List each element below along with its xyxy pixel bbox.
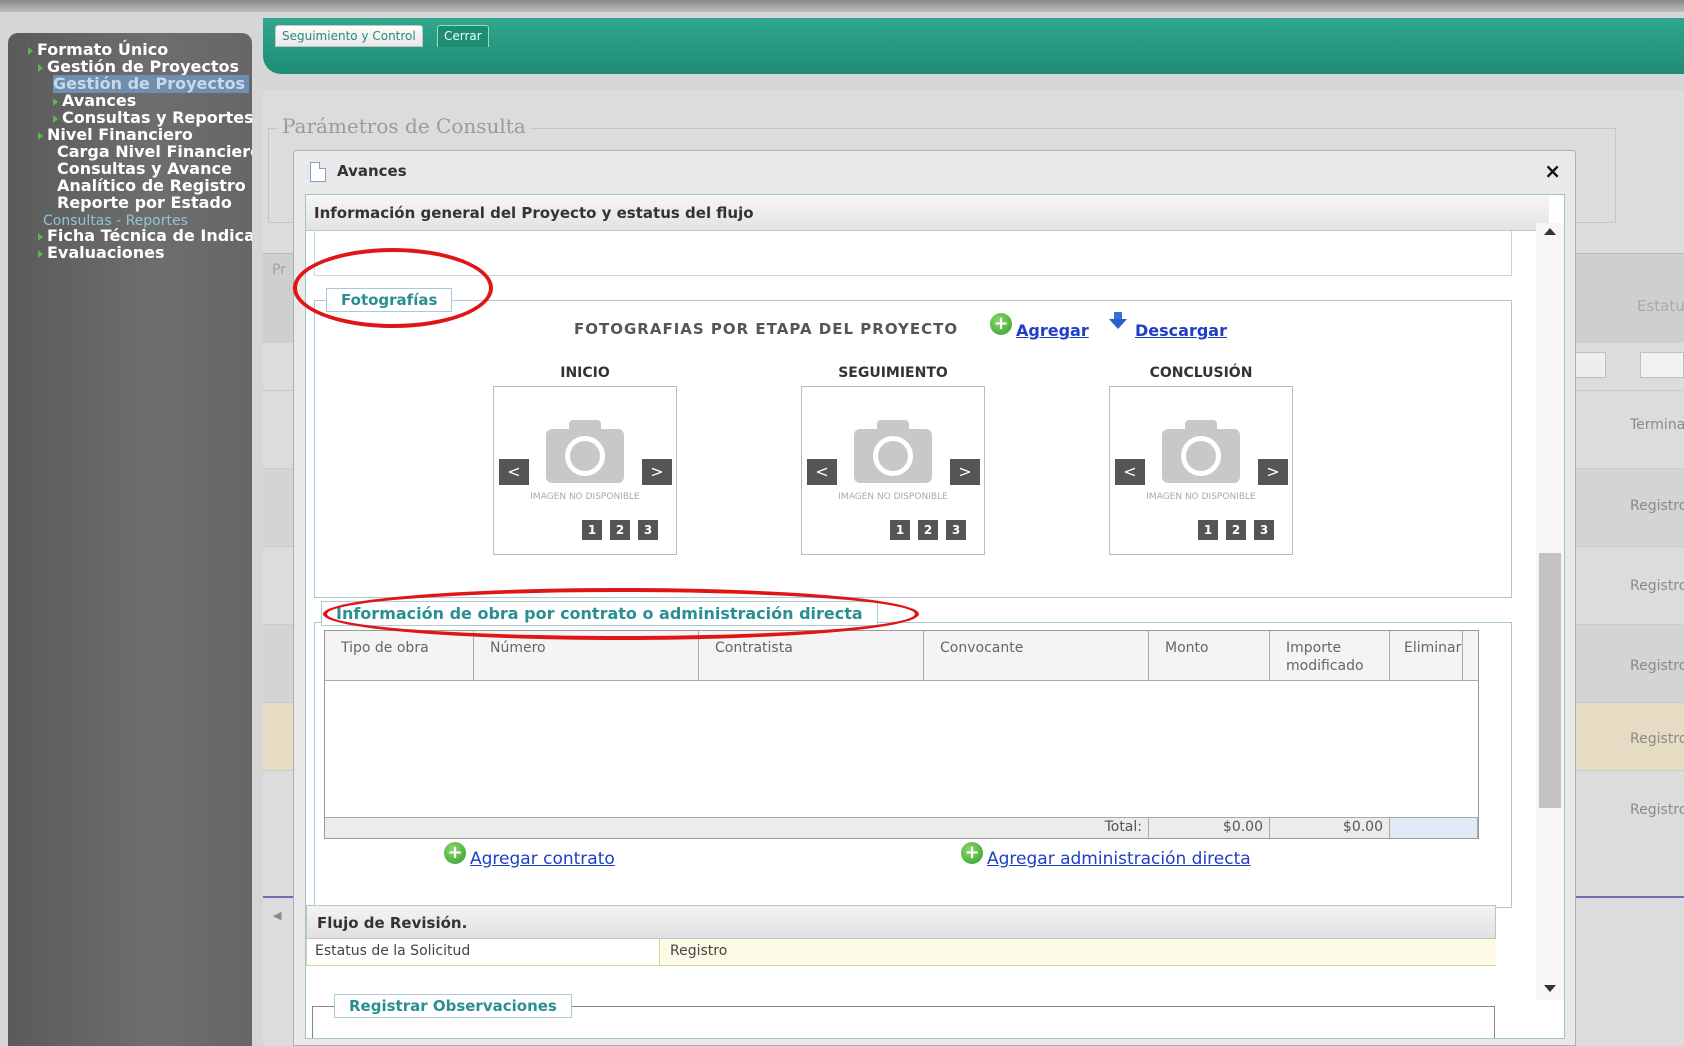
page-button-3[interactable]: 3 <box>946 520 966 540</box>
grid-title: Pr <box>272 262 286 278</box>
general-info-box <box>314 231 1512 276</box>
tab-cerrar[interactable]: Cerrar <box>437 25 489 47</box>
sidebar-item-reporte-estado[interactable]: Reporte por Estado <box>57 194 232 212</box>
prev-photo-button[interactable]: < <box>1115 459 1145 485</box>
photo-card-inicio: < > IMAGEN NO DISPONIBLE 1 2 3 <box>493 386 677 555</box>
column-header[interactable]: Convocante <box>924 631 1149 681</box>
flujo-header: Flujo de Revisión. <box>306 905 1496 939</box>
status-cell: Termina <box>1630 417 1684 433</box>
add-photo-link[interactable]: Agregar <box>1016 321 1089 340</box>
total-label: Total: <box>325 818 1149 838</box>
page-button-1[interactable]: 1 <box>1198 520 1218 540</box>
add-admin-icon[interactable]: + <box>961 842 983 864</box>
page-button-1[interactable]: 1 <box>890 520 910 540</box>
obra-legend: Información de obra por contrato o admin… <box>321 601 878 626</box>
status-cell: Registro <box>1630 731 1684 747</box>
stage-label-seguimiento: SEGUIMIENTO <box>838 365 948 381</box>
status-cell: Registro <box>1630 802 1684 818</box>
filter-input[interactable] <box>1640 352 1684 378</box>
column-header[interactable]: Eliminar <box>1390 631 1463 681</box>
modal-body: Información general del Proyecto y estat… <box>305 194 1565 1039</box>
add-admin-link[interactable]: Agregar administración directa <box>987 849 1251 869</box>
prev-photo-button[interactable]: < <box>807 459 837 485</box>
stage-label-inicio: INICIO <box>560 365 610 381</box>
estatus-column-header: Estatu <box>1637 297 1684 315</box>
total-importe: $0.00 <box>1270 818 1390 838</box>
status-cell: Registro <box>1630 658 1684 674</box>
column-header[interactable]: Contratista <box>699 631 924 681</box>
column-header[interactable]: Importe modificado <box>1270 631 1390 681</box>
modal-title: Avances <box>337 162 407 180</box>
sidebar: Formato Único Gestión de Proyectos Gesti… <box>8 33 252 1046</box>
download-icon[interactable] <box>1108 311 1128 331</box>
bullet-icon <box>38 232 43 241</box>
stage-label-conclusion: CONCLUSIÓN <box>1149 365 1253 381</box>
observaciones-legend: Registrar Observaciones <box>334 994 572 1018</box>
add-icon[interactable]: + <box>990 313 1012 335</box>
vertical-scrollbar[interactable] <box>1536 223 1564 1000</box>
bullet-icon <box>38 131 43 140</box>
sidebar-item-label: Evaluaciones <box>47 243 165 262</box>
next-photo-button[interactable]: > <box>1258 459 1288 485</box>
obra-table: Tipo de obra Número Contratista Convocan… <box>324 630 1479 839</box>
total-empty <box>1390 818 1478 838</box>
bullet-icon <box>28 46 33 55</box>
no-image-text: IMAGEN NO DISPONIBLE <box>838 492 948 502</box>
column-header[interactable]: Número <box>474 631 699 681</box>
scroll-thumb[interactable] <box>1539 553 1561 808</box>
add-contract-link[interactable]: Agregar contrato <box>470 849 615 869</box>
page-button-3[interactable]: 3 <box>638 520 658 540</box>
total-monto: $0.00 <box>1149 818 1270 838</box>
column-header[interactable]: Tipo de obra <box>325 631 474 681</box>
section-header: Información general del Proyecto y estat… <box>306 195 1549 231</box>
status-cell: Registro <box>1630 498 1684 514</box>
page-button-1[interactable]: 1 <box>582 520 602 540</box>
totals-row: Total: $0.00 $0.00 <box>325 817 1478 838</box>
status-value: Registro <box>660 939 1496 965</box>
bullet-icon <box>38 249 43 258</box>
no-image-text: IMAGEN NO DISPONIBLE <box>1146 492 1256 502</box>
modal-title-bar: Avances × <box>294 151 1575 191</box>
no-image-text: IMAGEN NO DISPONIBLE <box>530 492 640 502</box>
tab-seguimiento-control[interactable]: Seguimiento y Control <box>275 25 423 47</box>
scroll-left-arrow[interactable]: ◀ <box>263 905 295 927</box>
camera-icon <box>854 420 932 483</box>
column-header[interactable]: Monto <box>1149 631 1270 681</box>
next-photo-button[interactable]: > <box>950 459 980 485</box>
status-label: Estatus de la Solicitud <box>307 939 660 965</box>
fotografias-header: FOTOGRAFIAS POR ETAPA DEL PROYECTO <box>574 320 959 338</box>
bullet-icon <box>53 97 58 106</box>
fotografias-legend: Fotografías <box>326 288 453 312</box>
close-icon[interactable]: × <box>1544 159 1561 183</box>
photo-card-conclusion: < > IMAGEN NO DISPONIBLE 1 2 3 <box>1109 386 1293 555</box>
download-photo-link[interactable]: Descargar <box>1135 321 1227 340</box>
page-button-3[interactable]: 3 <box>1254 520 1274 540</box>
status-cell: Registro <box>1630 578 1684 594</box>
flujo-row: Estatus de la Solicitud Registro <box>306 939 1496 966</box>
next-photo-button[interactable]: > <box>642 459 672 485</box>
page-button-2[interactable]: 2 <box>610 520 630 540</box>
table-header-row: Tipo de obra Número Contratista Convocan… <box>325 631 1478 681</box>
add-contract-icon[interactable]: + <box>444 842 466 864</box>
scroll-up-icon[interactable] <box>1544 228 1556 235</box>
camera-icon <box>546 420 624 483</box>
param-legend: Parámetros de Consulta <box>278 114 530 138</box>
avances-modal: Avances × Información general del Proyec… <box>293 150 1576 1046</box>
bullet-icon <box>38 63 43 72</box>
page-button-2[interactable]: 2 <box>918 520 938 540</box>
page-button-2[interactable]: 2 <box>1226 520 1246 540</box>
sidebar-item-label: Reporte por Estado <box>57 193 232 212</box>
sidebar-item-evaluaciones[interactable]: Evaluaciones <box>38 244 165 262</box>
top-strip <box>0 0 1684 12</box>
scroll-down-icon[interactable] <box>1544 985 1556 992</box>
photo-card-seguimiento: < > IMAGEN NO DISPONIBLE 1 2 3 <box>801 386 985 555</box>
camera-icon <box>1162 420 1240 483</box>
bullet-icon <box>53 114 58 123</box>
document-icon <box>310 162 326 182</box>
prev-photo-button[interactable]: < <box>499 459 529 485</box>
